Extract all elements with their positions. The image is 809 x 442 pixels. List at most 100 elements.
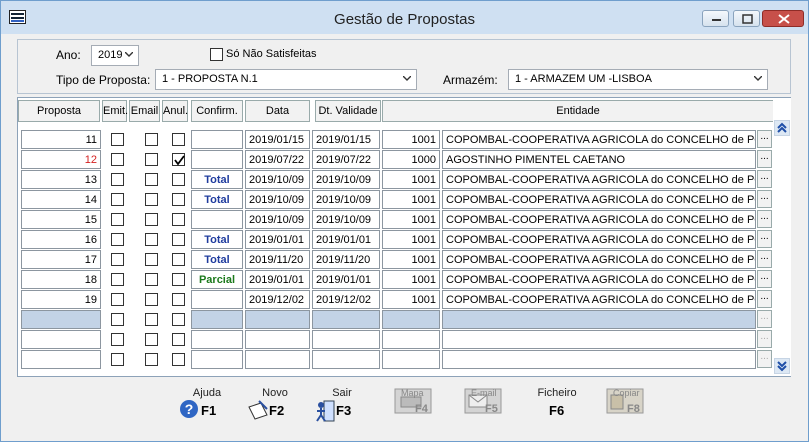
entity-name-cell[interactable]: COPOMBAL-COOPERATIVA AGRICOLA do CONCELH… — [442, 250, 756, 269]
data-cell[interactable]: 2019/10/09 — [245, 210, 310, 229]
entity-lookup-button[interactable]: ... — [757, 130, 772, 148]
proposta-cell[interactable] — [21, 350, 101, 369]
entity-number-cell[interactable]: 1000 — [382, 150, 440, 169]
anul-checkbox[interactable] — [172, 153, 185, 166]
fkey-f6-button[interactable]: Ficheiro F6 — [529, 387, 585, 429]
entity-name-cell[interactable]: COPOMBAL-COOPERATIVA AGRICOLA do CONCELH… — [442, 230, 756, 249]
confirm-cell[interactable] — [191, 210, 243, 229]
armazem-select[interactable]: 1 - ARMAZEM UM -LISBOA — [508, 69, 768, 90]
data-cell[interactable]: 2019/11/20 — [245, 250, 310, 269]
entity-number-cell[interactable] — [382, 310, 440, 329]
proposta-cell[interactable]: 18 — [21, 270, 101, 289]
data-cell[interactable]: 2019/12/02 — [245, 290, 310, 309]
emit-checkbox[interactable] — [111, 173, 124, 186]
emit-checkbox[interactable] — [111, 313, 124, 326]
column-header-anul[interactable]: Anul. — [162, 100, 188, 122]
column-header-dt-validade[interactable]: Dt. Validade — [315, 100, 381, 122]
confirm-cell[interactable] — [191, 290, 243, 309]
fkey-f5-button[interactable]: E-mail F5 — [457, 387, 513, 429]
confirm-cell[interactable]: Total — [191, 190, 243, 209]
entity-number-cell[interactable] — [382, 330, 440, 349]
validade-cell[interactable] — [312, 310, 380, 329]
scroll-down-button[interactable] — [774, 358, 790, 374]
proposta-cell[interactable]: 19 — [21, 290, 101, 309]
validade-cell[interactable]: 2019/12/02 — [312, 290, 380, 309]
emit-checkbox[interactable] — [111, 253, 124, 266]
entity-lookup-button[interactable]: ... — [757, 230, 772, 248]
emit-checkbox[interactable] — [111, 273, 124, 286]
data-cell[interactable]: 2019/10/09 — [245, 190, 310, 209]
entity-number-cell[interactable]: 1001 — [382, 190, 440, 209]
minimize-button[interactable] — [702, 10, 729, 27]
title-bar[interactable]: Gestão de Propostas — [1, 1, 808, 34]
proposta-cell[interactable]: 17 — [21, 250, 101, 269]
emit-checkbox[interactable] — [111, 293, 124, 306]
anul-checkbox[interactable] — [172, 193, 185, 206]
email-checkbox[interactable] — [145, 233, 158, 246]
entity-name-cell[interactable]: COPOMBAL-COOPERATIVA AGRICOLA do CONCELH… — [442, 270, 756, 289]
validade-cell[interactable]: 2019/10/09 — [312, 170, 380, 189]
confirm-cell[interactable] — [191, 150, 243, 169]
fkey-f4-button[interactable]: Mapa F4 — [387, 387, 443, 429]
emit-checkbox[interactable] — [111, 193, 124, 206]
ano-select[interactable]: 2019 — [91, 45, 139, 66]
email-checkbox[interactable] — [145, 273, 158, 286]
entity-lookup-button[interactable]: ... — [757, 290, 772, 308]
column-header-entidade[interactable]: Entidade — [382, 100, 774, 122]
entity-lookup-button[interactable]: ... — [757, 330, 772, 348]
scroll-up-button[interactable] — [774, 120, 790, 136]
data-cell[interactable]: 2019/01/01 — [245, 270, 310, 289]
entity-name-cell[interactable]: COPOMBAL-COOPERATIVA AGRICOLA do CONCELH… — [442, 210, 756, 229]
close-button[interactable] — [762, 10, 804, 27]
confirm-cell[interactable] — [191, 330, 243, 349]
data-cell[interactable]: 2019/01/15 — [245, 130, 310, 149]
email-checkbox[interactable] — [145, 353, 158, 366]
email-checkbox[interactable] — [145, 333, 158, 346]
entity-number-cell[interactable]: 1001 — [382, 290, 440, 309]
confirm-cell[interactable]: Parcial — [191, 270, 243, 289]
confirm-cell[interactable]: Total — [191, 170, 243, 189]
emit-checkbox[interactable] — [111, 133, 124, 146]
confirm-cell[interactable] — [191, 310, 243, 329]
so-nao-satisfeitas-checkbox[interactable] — [210, 48, 223, 61]
proposta-cell[interactable]: 16 — [21, 230, 101, 249]
data-cell[interactable]: 2019/01/01 — [245, 230, 310, 249]
validade-cell[interactable]: 2019/11/20 — [312, 250, 380, 269]
fkey-f8-button[interactable]: Copiar F8 — [599, 387, 655, 429]
validade-cell[interactable] — [312, 350, 380, 369]
data-cell[interactable] — [245, 310, 310, 329]
tipo-proposta-select[interactable]: 1 - PROPOSTA N.1 — [155, 69, 417, 90]
validade-cell[interactable]: 2019/01/15 — [312, 130, 380, 149]
email-checkbox[interactable] — [145, 213, 158, 226]
entity-number-cell[interactable]: 1001 — [382, 210, 440, 229]
emit-checkbox[interactable] — [111, 153, 124, 166]
email-checkbox[interactable] — [145, 253, 158, 266]
validade-cell[interactable]: 2019/01/01 — [312, 270, 380, 289]
emit-checkbox[interactable] — [111, 333, 124, 346]
entity-name-cell[interactable] — [442, 310, 756, 329]
entity-number-cell[interactable]: 1001 — [382, 250, 440, 269]
data-cell[interactable] — [245, 330, 310, 349]
validade-cell[interactable]: 2019/01/01 — [312, 230, 380, 249]
data-cell[interactable]: 2019/07/22 — [245, 150, 310, 169]
anul-checkbox[interactable] — [172, 253, 185, 266]
data-cell[interactable]: 2019/10/09 — [245, 170, 310, 189]
anul-checkbox[interactable] — [172, 213, 185, 226]
validade-cell[interactable]: 2019/10/09 — [312, 210, 380, 229]
column-header-data[interactable]: Data — [245, 100, 310, 122]
anul-checkbox[interactable] — [172, 133, 185, 146]
data-cell[interactable] — [245, 350, 310, 369]
anul-checkbox[interactable] — [172, 273, 185, 286]
proposta-cell[interactable] — [21, 330, 101, 349]
proposta-cell[interactable]: 12 — [21, 150, 101, 169]
entity-number-cell[interactable]: 1001 — [382, 130, 440, 149]
entity-number-cell[interactable]: 1001 — [382, 230, 440, 249]
confirm-cell[interactable]: Total — [191, 250, 243, 269]
entity-name-cell[interactable]: COPOMBAL-COOPERATIVA AGRICOLA do CONCELH… — [442, 190, 756, 209]
entity-lookup-button[interactable]: ... — [757, 250, 772, 268]
scrollbar[interactable] — [773, 98, 791, 376]
email-checkbox[interactable] — [145, 133, 158, 146]
column-header-emit[interactable]: Emit. — [102, 100, 128, 122]
fkey-f1-button[interactable]: Ajuda? F1 — [179, 387, 235, 429]
emit-checkbox[interactable] — [111, 213, 124, 226]
